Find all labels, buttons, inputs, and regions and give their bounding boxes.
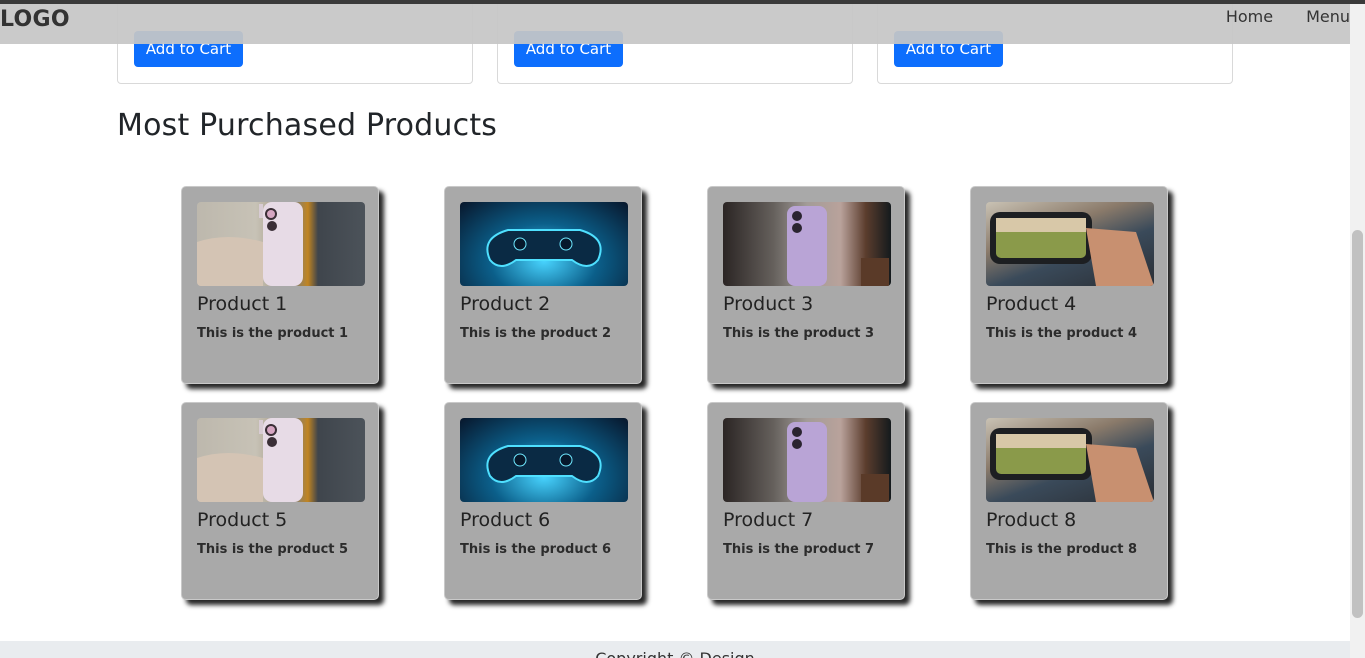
product-description: This is the product 3 [723, 326, 875, 341]
product-description: This is the product 4 [986, 326, 1138, 341]
product-description: This is the product 6 [460, 542, 612, 557]
product-card[interactable]: Product 7 This is the product 7 [707, 402, 905, 600]
logo[interactable]: LOGO [0, 7, 70, 32]
product-name: Product 7 [723, 509, 814, 531]
product-card[interactable]: Product 4 This is the product 4 [970, 186, 1168, 384]
section-title: Most Purchased Products [117, 108, 498, 143]
product-name: Product 5 [197, 509, 288, 531]
nav-link-menu[interactable]: Menu [1281, 7, 1350, 27]
product-card[interactable]: Product 5 This is the product 5 [181, 402, 379, 600]
vertical-scrollbar[interactable] [1350, 0, 1365, 658]
product-image [723, 418, 891, 502]
product-image [986, 202, 1154, 286]
product-name: Product 2 [460, 293, 551, 315]
footer: Copyright © Design [0, 641, 1350, 658]
product-card[interactable]: Product 8 This is the product 8 [970, 402, 1168, 600]
product-card[interactable]: Product 6 This is the product 6 [444, 402, 642, 600]
product-description: This is the product 7 [723, 542, 875, 557]
product-name: Product 1 [197, 293, 288, 315]
nav-links: Home Menu [1201, 7, 1350, 27]
product-card[interactable]: Product 1 This is the product 1 [181, 186, 379, 384]
product-image [460, 418, 628, 502]
product-description: This is the product 1 [197, 326, 349, 341]
product-name: Product 3 [723, 293, 814, 315]
navbar: LOGO Home Menu [0, 4, 1350, 44]
product-image [723, 202, 891, 286]
product-description: This is the product 5 [197, 542, 349, 557]
product-image [460, 202, 628, 286]
product-name: Product 8 [986, 509, 1077, 531]
footer-copyright: Copyright © Design [0, 649, 1350, 658]
product-card[interactable]: Product 3 This is the product 3 [707, 186, 905, 384]
product-description: This is the product 2 [460, 326, 612, 341]
window-top-border [0, 0, 1365, 4]
product-image [197, 418, 365, 502]
product-card[interactable]: Product 2 This is the product 2 [444, 186, 642, 384]
product-image [986, 418, 1154, 502]
product-name: Product 4 [986, 293, 1077, 315]
nav-link-home[interactable]: Home [1201, 7, 1281, 27]
product-description: This is the product 8 [986, 542, 1138, 557]
product-name: Product 6 [460, 509, 551, 531]
scrollbar-thumb[interactable] [1352, 230, 1363, 618]
product-image [197, 202, 365, 286]
